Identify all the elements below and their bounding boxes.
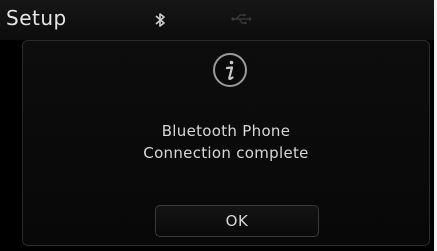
bluetooth-icon xyxy=(155,13,165,27)
info-icon xyxy=(213,53,247,87)
dialog-message: Bluetooth Phone Connection complete xyxy=(22,120,430,164)
header-bar: Setup xyxy=(0,0,434,40)
message-line-1: Bluetooth Phone xyxy=(161,122,291,140)
ok-button[interactable]: OK xyxy=(155,205,319,237)
message-line-2: Connection complete xyxy=(143,144,309,162)
page-title: Setup xyxy=(6,6,67,30)
setup-screen: Setup Bluetooth Phone Connection complet… xyxy=(0,0,437,251)
usb-icon xyxy=(231,13,252,24)
